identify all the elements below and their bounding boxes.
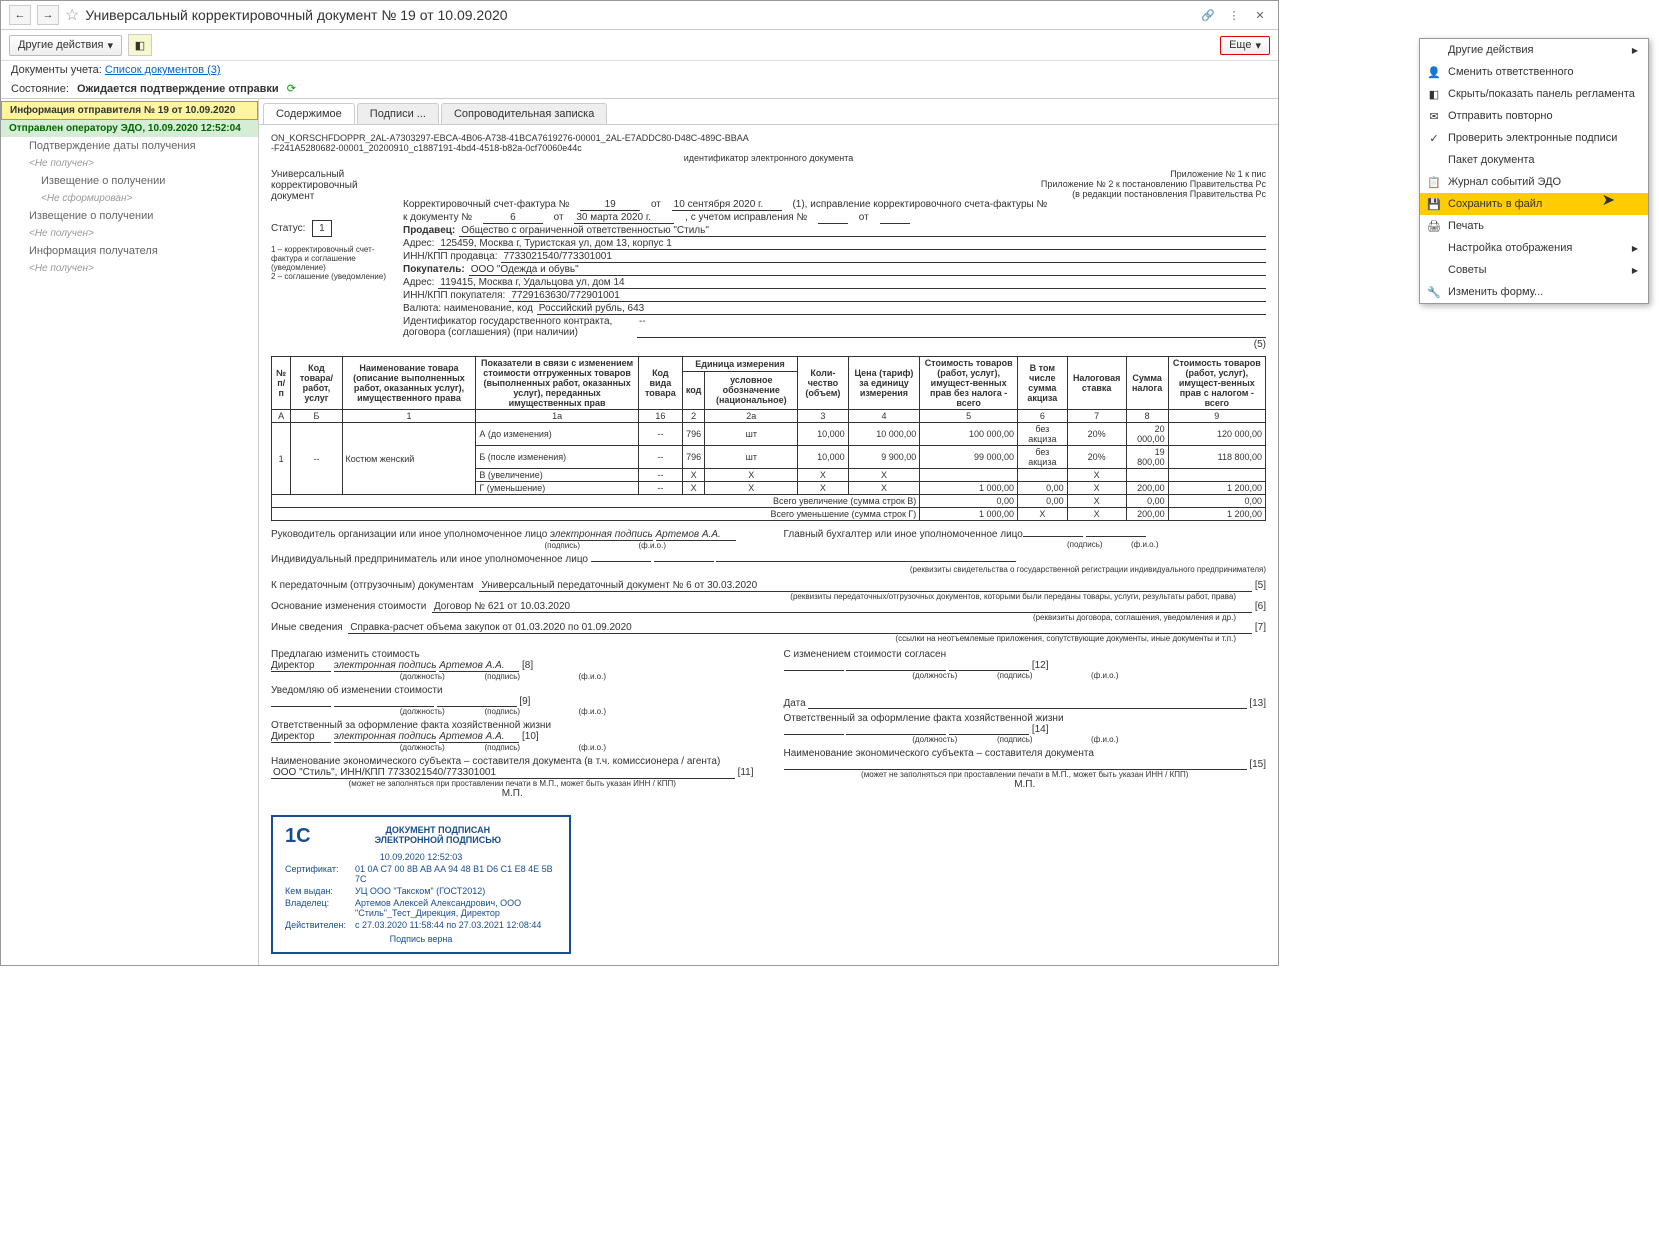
sidebar-item-confirm-status: <Не получен> [1, 155, 258, 172]
menu-other-actions[interactable]: Другие действия▶ [1420, 39, 1648, 61]
more-dropdown: Другие действия▶ 👤Сменить ответственного… [1419, 38, 1649, 304]
meta-docs: Документы учета: Список документов (3) [1, 61, 1278, 79]
titlebar: ← → ☆ Универсальный корректировочный док… [1, 1, 1278, 30]
sidebar-item-notice2[interactable]: Извещение о получении [1, 207, 258, 225]
sidebar-item-recipient-status: <Не получен> [1, 260, 258, 277]
check-icon: ✓ [1426, 132, 1442, 145]
send-icon: ✉ [1426, 110, 1442, 123]
menu-change-owner[interactable]: 👤Сменить ответственного [1420, 61, 1648, 83]
signature-stamp: 1C ДОКУМЕНТ ПОДПИСАН ЭЛЕКТРОННОЙ ПОДПИСЬ… [271, 815, 571, 954]
menu-display-settings[interactable]: Настройка отображения▶ [1420, 237, 1648, 259]
toolbar: Другие действия ▾ ◧ Еще ▾ [1, 30, 1278, 61]
tab-content[interactable]: Содержимое [263, 103, 355, 124]
sidebar-item-recipient[interactable]: Информация получателя [1, 242, 258, 260]
edit-icon: 🔧 [1426, 286, 1442, 299]
sidebar-item-notice1-status: <Не сформирован> [1, 190, 258, 207]
table-row: 1--Костюм женский А (до изменения)--796ш… [272, 423, 1266, 446]
sidebar-item-sent[interactable]: Отправлен оператору ЭДО, 10.09.2020 12:5… [1, 120, 258, 137]
status-code: 1 [312, 220, 332, 237]
reglament-icon-button[interactable]: ◧ [128, 34, 152, 56]
menu-journal[interactable]: 📋Журнал событий ЭДО [1420, 171, 1648, 193]
save-icon: 💾 [1426, 198, 1442, 211]
sidebar-item-info[interactable]: Информация отправителя № 19 от 10.09.202… [1, 101, 258, 120]
star-icon[interactable]: ☆ [65, 5, 79, 25]
link-icon[interactable]: 🔗 [1198, 6, 1218, 24]
status-row: Состояние: Ожидается подтверждение отпра… [1, 79, 1278, 98]
status-value: Ожидается подтверждение отправки [77, 83, 279, 95]
other-actions-button[interactable]: Другие действия ▾ [9, 35, 122, 56]
forward-button[interactable]: → [37, 5, 59, 25]
tab-note[interactable]: Сопроводительная записка [441, 103, 607, 124]
menu-save-file[interactable]: 💾Сохранить в файл [1420, 193, 1648, 215]
kebab-icon[interactable]: ⋮ [1224, 6, 1244, 24]
menu-tips[interactable]: Советы▶ [1420, 259, 1648, 281]
sidebar-item-notice2-status: <Не получен> [1, 225, 258, 242]
window-title: Универсальный корректировочный документ … [85, 7, 1192, 23]
tabs: Содержимое Подписи ... Сопроводительная … [259, 99, 1278, 125]
sidebar-item-confirm[interactable]: Подтверждение даты получения [1, 137, 258, 155]
doc-id-label: идентификатор электронного документа [271, 153, 1266, 163]
menu-package[interactable]: Пакет документа [1420, 149, 1648, 171]
content-area: Содержимое Подписи ... Сопроводительная … [259, 99, 1278, 965]
tab-signatures[interactable]: Подписи ... [357, 103, 439, 124]
menu-print[interactable]: 🖨Печать [1420, 215, 1648, 237]
doc-id-1: ON_KORSCHFDOPPR_2AL-A7303297-EBCA-4B06-A… [271, 133, 1266, 143]
doc-title-left: Универсальный корректировочный документ [271, 169, 391, 202]
doc-id-2: -F241A5280682-00001_20200910_c1887191-4b… [271, 143, 1266, 153]
docs-link[interactable]: Список документов (3) [105, 64, 221, 76]
menu-edit-form[interactable]: 🔧Изменить форму... [1420, 281, 1648, 303]
user-icon: 👤 [1426, 66, 1442, 79]
menu-toggle-panel[interactable]: ◧Скрыть/показать панель регламента [1420, 83, 1648, 105]
print-icon: 🖨 [1426, 220, 1442, 233]
sidebar: Информация отправителя № 19 от 10.09.202… [1, 99, 259, 965]
data-table: № п/пКод товара/ работ, услугНаименовани… [271, 356, 1266, 521]
journal-icon: 📋 [1426, 176, 1442, 189]
menu-verify-sig[interactable]: ✓Проверить электронные подписи [1420, 127, 1648, 149]
panel-icon: ◧ [1426, 88, 1442, 101]
refresh-icon[interactable]: ⟳ [287, 82, 296, 95]
document-body: ON_KORSCHFDOPPR_2AL-A7303297-EBCA-4B06-A… [259, 125, 1278, 962]
sidebar-item-notice1[interactable]: Извещение о получении [1, 172, 258, 190]
back-button[interactable]: ← [9, 5, 31, 25]
menu-resend[interactable]: ✉Отправить повторно [1420, 105, 1648, 127]
more-button[interactable]: Еще ▾ [1220, 36, 1270, 55]
close-icon[interactable]: ✕ [1250, 6, 1270, 24]
